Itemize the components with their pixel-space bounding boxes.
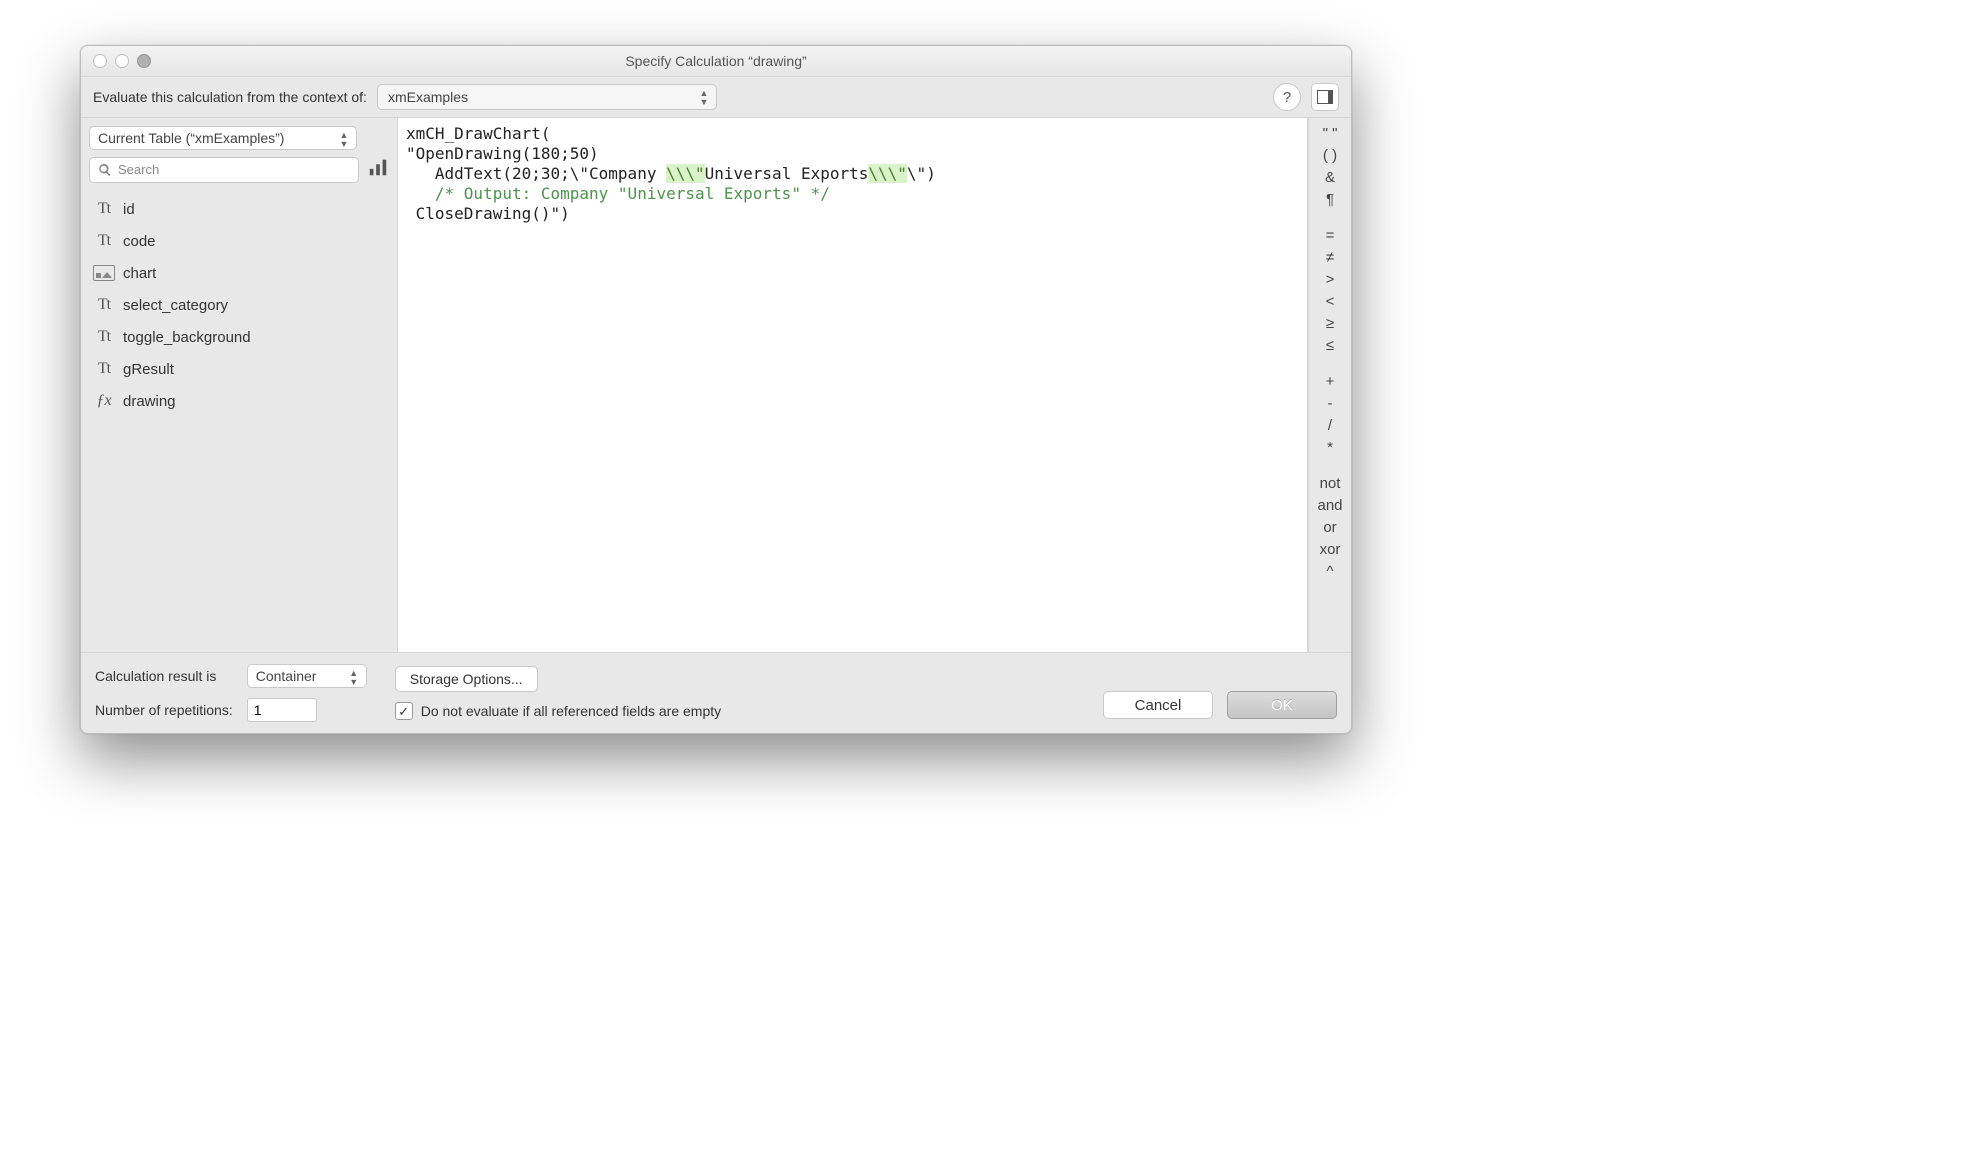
operator-button[interactable]: > xyxy=(1309,268,1351,290)
cancel-button[interactable]: Cancel xyxy=(1103,691,1213,719)
no-evaluate-label: Do not evaluate if all referenced fields… xyxy=(421,703,721,719)
operator-button[interactable]: ¶ xyxy=(1309,188,1351,210)
window-title: Specify Calculation “drawing” xyxy=(81,53,1351,69)
field-label: toggle_background xyxy=(123,329,251,346)
operator-button[interactable]: - xyxy=(1309,392,1351,414)
context-select[interactable]: xmExamples ▲▼ xyxy=(377,84,717,110)
operator-button[interactable]: * xyxy=(1309,436,1351,458)
window-controls xyxy=(93,54,151,68)
field-drawing[interactable]: drawing xyxy=(89,385,389,417)
separator xyxy=(1309,356,1351,370)
operator-button[interactable]: + xyxy=(1309,370,1351,392)
no-evaluate-checkbox[interactable]: Do not evaluate if all referenced fields… xyxy=(395,702,721,720)
operator-button[interactable]: ≥ xyxy=(1309,312,1351,334)
field-id[interactable]: id xyxy=(89,193,389,225)
table-select[interactable]: Current Table (“xmExamples”) ▲▼ xyxy=(89,126,357,150)
operator-button[interactable]: ≤ xyxy=(1309,334,1351,356)
table-select-value: Current Table (“xmExamples”) xyxy=(98,130,284,146)
field-label: chart xyxy=(123,265,156,282)
operator-panel: " "( )&¶ =≠><≥≤ +-/* notandorxor^ xyxy=(1308,118,1351,652)
operator-button[interactable]: ^ xyxy=(1309,560,1351,582)
operator-button[interactable]: or xyxy=(1309,516,1351,538)
stepper-icon: ▲▼ xyxy=(334,129,354,151)
text-field-icon xyxy=(93,200,115,218)
close-icon[interactable] xyxy=(93,54,107,68)
text-field-icon xyxy=(93,328,115,346)
separator xyxy=(1309,458,1351,472)
text-field-icon xyxy=(93,232,115,250)
toggle-panel-button[interactable] xyxy=(1311,83,1339,111)
operator-button[interactable]: and xyxy=(1309,494,1351,516)
titlebar: Specify Calculation “drawing” xyxy=(81,46,1351,77)
calc-field-icon xyxy=(93,392,115,410)
help-button[interactable]: ? xyxy=(1273,83,1301,111)
field-code[interactable]: code xyxy=(89,225,389,257)
context-label: Evaluate this calculation from the conte… xyxy=(93,89,367,105)
stepper-icon: ▲▼ xyxy=(344,667,364,689)
code-line: Universal Exports xyxy=(705,164,869,183)
field-list: id code chart select_category toggle_backgro… xyxy=(89,193,389,652)
operator-button[interactable]: = xyxy=(1309,224,1351,246)
result-label: Calculation result is xyxy=(95,668,233,684)
operator-button[interactable]: " " xyxy=(1309,122,1351,144)
field-label: code xyxy=(123,233,156,250)
field-chart[interactable]: chart xyxy=(89,257,389,289)
code-line: xmCH_DrawChart( xyxy=(406,124,551,143)
operator-button[interactable]: not xyxy=(1309,472,1351,494)
code-highlight: \\\" xyxy=(868,164,907,183)
footer: Calculation result is Container ▲▼ Numbe… xyxy=(81,652,1351,733)
field-toggle_background[interactable]: toggle_background xyxy=(89,321,389,353)
search-placeholder: Search xyxy=(118,162,159,177)
code-line: CloseDrawing()") xyxy=(406,204,570,223)
text-field-icon xyxy=(93,296,115,314)
field-label: id xyxy=(123,201,135,218)
operator-button[interactable]: < xyxy=(1309,290,1351,312)
code-line: "OpenDrawing(180;50) xyxy=(406,144,599,163)
operator-button[interactable]: ≠ xyxy=(1309,246,1351,268)
operator-button[interactable]: & xyxy=(1309,166,1351,188)
zoom-icon[interactable] xyxy=(137,54,151,68)
code-line: AddText(20;30;\"Company xyxy=(406,164,666,183)
field-select_category[interactable]: select_category xyxy=(89,289,389,321)
operator-button[interactable]: xor xyxy=(1309,538,1351,560)
result-type-select[interactable]: Container ▲▼ xyxy=(247,664,367,688)
repetitions-label: Number of repetitions: xyxy=(95,702,233,718)
code-highlight: \\\" xyxy=(666,164,705,183)
field-label: gResult xyxy=(123,361,174,378)
search-input[interactable]: Search xyxy=(89,157,359,183)
container-field-icon xyxy=(93,265,115,281)
minimize-icon[interactable] xyxy=(115,54,129,68)
code-line: \") xyxy=(907,164,936,183)
repetitions-input[interactable] xyxy=(247,698,317,722)
result-type-value: Container xyxy=(256,668,317,684)
separator xyxy=(1309,210,1351,224)
checkbox-icon xyxy=(395,702,413,720)
calculation-editor[interactable]: xmCH_DrawChart( "OpenDrawing(180;50) Add… xyxy=(398,118,1308,652)
sidebar: Current Table (“xmExamples”) ▲▼ Search i… xyxy=(81,118,398,652)
operator-button[interactable]: / xyxy=(1309,414,1351,436)
context-toolbar: Evaluate this calculation from the conte… xyxy=(81,77,1351,118)
storage-options-button[interactable]: Storage Options... xyxy=(395,666,538,692)
search-icon xyxy=(98,163,112,177)
context-select-value: xmExamples xyxy=(388,89,468,105)
field-gResult[interactable]: gResult xyxy=(89,353,389,385)
stepper-icon: ▲▼ xyxy=(694,87,714,109)
ok-button[interactable]: OK xyxy=(1227,691,1337,719)
sort-button[interactable] xyxy=(367,156,389,183)
field-label: select_category xyxy=(123,297,228,314)
operator-button[interactable]: ( ) xyxy=(1309,144,1351,166)
calc-dialog: Specify Calculation “drawing” Evaluate t… xyxy=(80,45,1352,734)
field-label: drawing xyxy=(123,393,176,410)
code-comment: /* Output: Company "Universal Exports" *… xyxy=(406,184,830,203)
text-field-icon xyxy=(93,360,115,378)
